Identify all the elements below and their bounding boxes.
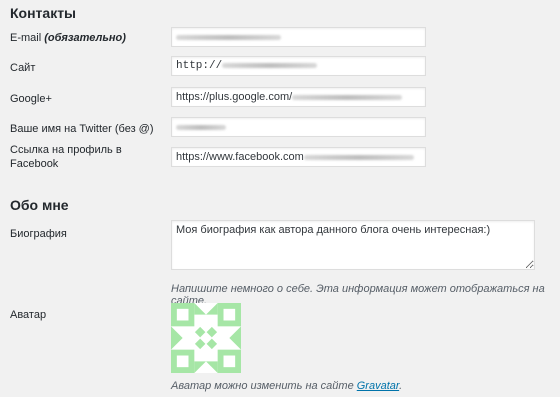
avatar-label: Аватар [10,309,47,321]
redacted-value [176,124,226,130]
email-label: E-mail (обязательно) [10,32,126,44]
twitter-label: Ваше имя на Twitter (без @) [10,123,154,135]
bio-label: Биография [10,228,67,240]
email-field[interactable] [171,27,426,47]
gravatar-link[interactable]: Gravatar [357,380,399,392]
facebook-label: Ссылка на профиль в Facebook [10,144,122,170]
contacts-heading: Контакты [10,5,77,21]
avatar-hint: Аватар можно изменить на сайте Gravatar. [171,380,403,392]
site-value: http:// [176,60,223,72]
redacted-value [303,154,414,160]
about-heading: Обо мне [10,197,69,213]
site-field[interactable]: http:// [171,56,426,76]
google-label: Google+ [10,93,52,105]
redacted-value [222,62,318,68]
google-field[interactable]: https://plus.google.com/ [171,87,426,107]
redacted-value [176,34,281,40]
facebook-value: https://www.facebook.com [176,151,304,163]
avatar-image [171,303,241,373]
site-label: Сайт [10,62,36,74]
google-value: https://plus.google.com/ [176,91,293,103]
redacted-value [292,94,403,100]
bio-textarea[interactable]: Моя биография как автора данного блога о… [171,220,535,270]
required-note: (обязательно) [44,32,126,44]
facebook-field[interactable]: https://www.facebook.com [171,147,426,167]
twitter-field[interactable] [171,117,426,137]
